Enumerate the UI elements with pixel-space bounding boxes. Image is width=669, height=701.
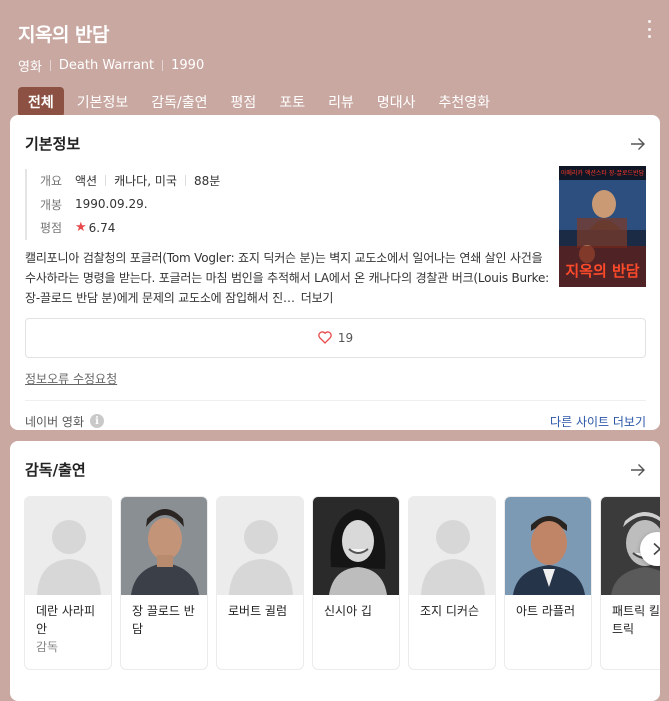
cast-photo-placeholder: [25, 497, 111, 595]
cast-photo-placeholder: [409, 497, 495, 595]
cast-name: 패트릭 킬패트릭: [612, 604, 660, 636]
like-count: 19: [337, 330, 354, 345]
cast-item[interactable]: 장 끌로드 반담: [120, 496, 208, 670]
cast-photo: [121, 497, 207, 595]
tab-basic-info[interactable]: 기본정보: [67, 87, 139, 117]
release-date: 1990.09.29.: [75, 197, 148, 212]
like-button[interactable]: 19: [25, 317, 646, 358]
tab-rating[interactable]: 평점: [221, 87, 267, 117]
original-title: Death Warrant: [58, 58, 155, 73]
info-icon[interactable]: i: [90, 414, 105, 428]
tab-recommended[interactable]: 추천영화: [428, 87, 500, 117]
movie-poster[interactable]: 아메리카 액션스타 장-끌로드반담 지옥의 반담: [559, 166, 646, 287]
other-sites-link[interactable]: 다른 사이트 더보기: [550, 413, 646, 430]
movie-subinfo: 영화 Death Warrant 1990: [18, 56, 651, 75]
cast-role: 감독: [36, 640, 59, 654]
genre-value: 액션: [75, 174, 98, 189]
tab-review[interactable]: 리뷰: [318, 87, 364, 117]
tab-cast[interactable]: 감독/출연: [141, 87, 217, 117]
cast-item[interactable]: 아트 라플러: [504, 496, 592, 670]
rating-label: 평점: [40, 221, 63, 236]
cast-photo-placeholder: [217, 497, 303, 595]
tab-all[interactable]: 전체: [18, 87, 64, 117]
basic-info-card: 기본정보 개요 액션 캐나다, 미국 88분 개봉 1990.09.29. 평점: [10, 115, 660, 430]
cast-name: 아트 라플러: [516, 604, 576, 618]
country-value: 캐나다, 미국: [114, 174, 177, 189]
cast-name: 장 끌로드 반담: [132, 604, 195, 636]
release-label: 개봉: [40, 197, 63, 212]
cast-name: 신시아 깁: [324, 604, 372, 618]
source-label: 네이버 영화 i: [25, 413, 105, 430]
tab-photo[interactable]: 포토: [269, 87, 315, 117]
runtime-value: 88분: [193, 174, 221, 189]
movie-title: 지옥의 반담: [18, 24, 110, 46]
overview-label: 개요: [40, 174, 63, 189]
arrow-right-icon[interactable]: [630, 463, 646, 477]
tab-quotes[interactable]: 명대사: [367, 87, 426, 117]
poster-headline: 아메리카 액션스타 장-끌로드반담: [561, 169, 645, 177]
cast-name: 데란 사라피안: [36, 604, 96, 636]
rating-value: 6.74: [88, 220, 116, 235]
basic-info-title: 기본정보: [25, 135, 81, 153]
movie-header: 지옥의 반담 영화 Death Warrant 1990 전체 기본정보 감독/…: [0, 0, 669, 117]
tab-bar: 전체 기본정보 감독/출연 평점 포토 리뷰 명대사 추천영화: [18, 87, 651, 117]
cast-photo: [505, 497, 591, 595]
cast-section-title: 감독/출연: [25, 461, 86, 479]
description-more-link[interactable]: 더보기: [301, 291, 334, 305]
cast-photo: [313, 497, 399, 595]
cast-item[interactable]: 조지 디커슨: [408, 496, 496, 670]
cast-item[interactable]: 패트릭 킬패트릭: [600, 496, 660, 670]
more-options-icon[interactable]: [643, 20, 655, 38]
cast-list: 데란 사라피안 감독 장 끌로드 반담 로버트 귈럼 신시아 깁 조지 디커슨 …: [24, 496, 660, 670]
cast-item[interactable]: 로버트 귈럼: [216, 496, 304, 670]
arrow-right-icon[interactable]: [630, 137, 646, 151]
cast-item[interactable]: 데란 사라피안 감독: [24, 496, 112, 670]
heart-icon: [318, 331, 332, 344]
movie-description: 캘리포니아 검찰청의 포글러(Tom Vogler: 죠지 딕커슨 분)는 벽지…: [25, 248, 550, 308]
chevron-right-icon: [653, 542, 660, 556]
release-year: 1990: [171, 58, 205, 73]
description-text: 캘리포니아 검찰청의 포글러(Tom Vogler: 죠지 딕커슨 분)는 벽지…: [25, 250, 550, 305]
star-icon: ★: [75, 220, 87, 236]
cast-name: 조지 디커슨: [420, 604, 480, 618]
category-label: 영화: [18, 60, 42, 75]
cast-name: 로버트 귈럼: [228, 604, 288, 618]
report-error-link[interactable]: 정보오류 수정요청: [25, 370, 117, 387]
cast-card: 감독/출연 데란 사라피안 감독 장 끌로드 반담 로버트 귈럼 신시아 깁 조…: [10, 441, 660, 701]
cast-item[interactable]: 신시아 깁: [312, 496, 400, 670]
poster-caption: 지옥의 반담: [565, 262, 639, 280]
source-name: 네이버 영화: [25, 414, 85, 429]
